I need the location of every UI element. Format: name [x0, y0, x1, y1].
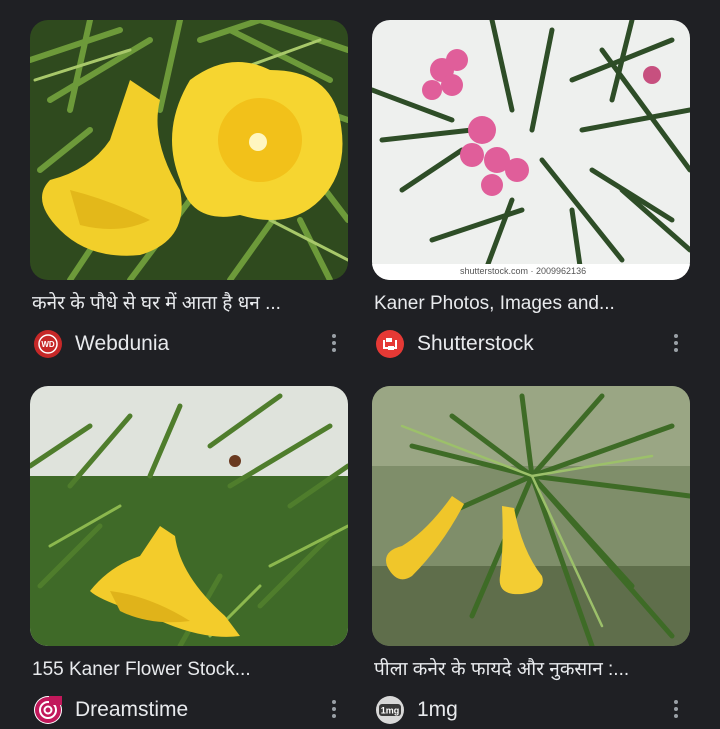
webdunia-logo-icon: WD: [34, 330, 62, 358]
svg-text:1mg: 1mg: [381, 706, 400, 716]
shutterstock-watermark: shutterstock.com · 2009962136: [460, 266, 587, 276]
image-result-card[interactable]: कनेर के पौधे से घर में आता है धन ... WD …: [30, 20, 348, 358]
image-result-card[interactable]: पीला कनेर के फायदे और नुकसान :... 1mg 1m…: [372, 386, 690, 724]
result-source-row[interactable]: WD Webdunia: [32, 328, 348, 358]
result-thumbnail[interactable]: [372, 386, 690, 646]
result-thumbnail[interactable]: [30, 20, 348, 280]
more-options-icon[interactable]: [326, 332, 342, 356]
yellow-oleander-photo: [30, 20, 348, 280]
more-options-icon[interactable]: [668, 698, 684, 722]
image-result-card[interactable]: 155 Kaner Flower Stock... Dreamstime: [30, 386, 348, 724]
yellow-oleander-photo: [372, 386, 690, 646]
result-caption[interactable]: 155 Kaner Flower Stock...: [32, 658, 346, 682]
result-thumbnail[interactable]: shutterstock.com · 2009962136: [372, 20, 690, 280]
result-source-name: 1mg: [417, 698, 458, 721]
image-results-grid: कनेर के पौधे से घर में आता है धन ... WD …: [0, 0, 720, 724]
result-source-row[interactable]: Shutterstock: [374, 328, 690, 358]
result-thumbnail[interactable]: [30, 386, 348, 646]
svg-text:WD: WD: [41, 340, 55, 349]
shutterstock-logo-icon: [376, 330, 404, 358]
result-caption[interactable]: कनेर के पौधे से घर में आता है धन ...: [32, 292, 346, 316]
result-source-name: Webdunia: [75, 332, 170, 355]
result-source-name: Shutterstock: [417, 332, 534, 355]
result-source-name: Dreamstime: [75, 698, 189, 721]
image-result-card[interactable]: shutterstock.com · 2009962136 Kaner Phot…: [372, 20, 690, 358]
yellow-oleander-photo: [30, 386, 348, 646]
pink-oleander-photo: [372, 20, 690, 280]
more-options-icon[interactable]: [668, 332, 684, 356]
result-caption[interactable]: पीला कनेर के फायदे और नुकसान :...: [374, 658, 688, 682]
result-caption[interactable]: Kaner Photos, Images and...: [374, 292, 688, 316]
more-options-icon[interactable]: [326, 698, 342, 722]
